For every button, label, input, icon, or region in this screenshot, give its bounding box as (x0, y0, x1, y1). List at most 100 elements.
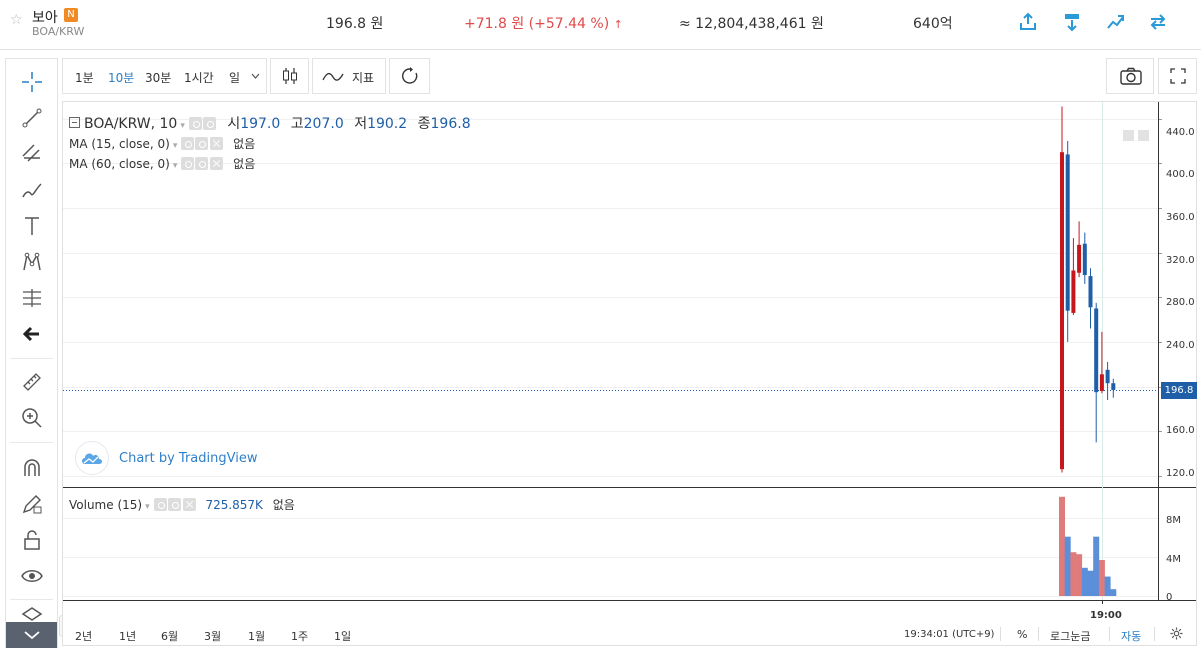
trend-chart-icon[interactable] (1105, 11, 1127, 33)
price-tick: 160.0 (1166, 425, 1195, 436)
visibility-icon[interactable] (181, 137, 195, 150)
range-1y[interactable]: 1년 (119, 628, 136, 644)
pattern-tool[interactable] (6, 245, 57, 279)
volume-bar (1076, 554, 1083, 596)
open-label: 시 (227, 116, 241, 132)
fib-tool[interactable] (6, 137, 57, 171)
tradingview-watermark[interactable]: Chart by TradingView (75, 441, 257, 475)
stay-drawing-tool[interactable] (6, 487, 57, 521)
trend-line-tool[interactable] (6, 101, 57, 135)
candle-body (1111, 383, 1116, 390)
tradingview-text: Chart by TradingView (119, 450, 258, 466)
volume-bar (1081, 567, 1088, 596)
refresh-icon (402, 67, 418, 84)
candle-body (1094, 308, 1099, 393)
range-6m[interactable]: 6월 (161, 628, 178, 644)
volume-tick: 4M (1166, 554, 1181, 565)
volume-value: 725.857K (205, 498, 263, 512)
chevron-down-icon (23, 631, 40, 640)
percent-toggle[interactable]: % (1017, 628, 1027, 641)
chevron-down-icon[interactable]: ▾ (145, 502, 150, 512)
interval-day[interactable]: 일 (229, 69, 240, 86)
price-tick: 360.0 (1166, 212, 1195, 223)
measure-tool[interactable] (6, 281, 57, 315)
favorite-star-icon[interactable]: ☆ (10, 12, 23, 28)
interval-1h[interactable]: 1시간 (184, 69, 214, 86)
brush-tool[interactable] (6, 173, 57, 207)
settings-icon[interactable] (195, 157, 209, 170)
chevron-down-icon[interactable]: ▾ (180, 121, 185, 131)
last-price-label: 196.8 (1161, 382, 1197, 399)
interval-1m[interactable]: 1분 (75, 69, 94, 86)
indicators-button[interactable]: 지표 (312, 58, 386, 94)
ma60-legend: MA (60, close, 0) ▾ 없음 (69, 155, 255, 172)
settings-icon[interactable] (167, 498, 181, 511)
visibility-icon[interactable] (181, 157, 195, 170)
ma60-label: MA (60, close, 0) (69, 157, 170, 171)
range-1w[interactable]: 1주 (291, 628, 308, 644)
price-tick: 320.0 (1166, 255, 1195, 266)
chevron-down-icon[interactable]: ▾ (173, 141, 178, 151)
clock[interactable]: 19:34:01 (UTC+9) (904, 629, 994, 640)
series-legend: BOA/KRW, 10 ▾ 시197.0 고207.0 저190.2 종196.8 (69, 113, 471, 133)
chart-area[interactable]: BOA/KRW, 10 ▾ 시197.0 고207.0 저190.2 종196.8… (62, 101, 1197, 646)
camera-icon (1120, 67, 1142, 85)
gear-icon[interactable] (1170, 627, 1183, 640)
divider (1109, 627, 1110, 641)
volume-ma-value: 없음 (272, 498, 295, 512)
divider (1154, 627, 1155, 641)
interval-10m[interactable]: 10분 (108, 69, 134, 86)
volume-bar (1098, 560, 1105, 596)
visibility-icon[interactable] (188, 117, 202, 130)
collapse-toolbar-button[interactable] (6, 622, 57, 648)
deposit-icon[interactable] (1017, 11, 1039, 33)
layers-tool[interactable] (6, 605, 57, 623)
withdraw-icon[interactable] (1061, 11, 1083, 33)
settings-icon[interactable] (202, 117, 216, 130)
candle-body (1099, 374, 1104, 392)
text-tool[interactable] (6, 209, 57, 243)
interval-30m[interactable]: 30분 (145, 69, 171, 86)
toolbar-divider (10, 599, 53, 600)
range-2y[interactable]: 2년 (75, 628, 92, 644)
volume-bar (1093, 536, 1100, 596)
chevron-down-icon[interactable] (251, 73, 260, 79)
lock-tool[interactable] (6, 523, 57, 557)
magnet-tool[interactable] (6, 451, 57, 485)
screenshot-button[interactable] (1106, 58, 1154, 94)
settings-icon[interactable] (195, 137, 209, 150)
crosshair-tool[interactable] (6, 65, 57, 99)
swap-icon[interactable] (1147, 11, 1169, 33)
range-1d[interactable]: 1일 (334, 628, 351, 644)
collapse-legend-icon[interactable] (69, 117, 80, 128)
candle-body (1082, 243, 1087, 275)
volume-bar (1070, 552, 1077, 596)
log-scale-toggle[interactable]: 로그눈금 (1050, 628, 1090, 644)
divider (1000, 627, 1001, 641)
ruler-icon (22, 373, 41, 391)
low-value: 190.2 (367, 116, 408, 132)
coin-pair: BOA/KRW (32, 25, 85, 38)
fullscreen-button[interactable] (1158, 58, 1197, 94)
price-tick: 440.0 (1166, 127, 1195, 138)
price-change: +71.8 원 (+57.44 %) ↑ (464, 13, 623, 33)
close-icon[interactable] (182, 498, 196, 511)
zoom-tool[interactable] (6, 401, 57, 435)
toolbar-divider (10, 442, 53, 443)
range-3m[interactable]: 3월 (204, 628, 221, 644)
close-icon[interactable] (210, 137, 224, 150)
visibility-tool[interactable] (6, 559, 57, 593)
open-value: 197.0 (240, 116, 281, 132)
reset-chart-button[interactable] (389, 58, 430, 94)
chart-type-button[interactable] (270, 58, 309, 94)
close-icon[interactable] (210, 157, 224, 170)
chevron-down-icon[interactable]: ▾ (173, 161, 178, 171)
pattern-icon (22, 252, 41, 271)
visibility-icon[interactable] (153, 498, 167, 511)
range-1m[interactable]: 1월 (248, 628, 265, 644)
back-tool[interactable] (6, 317, 57, 351)
ruler-tool[interactable] (6, 365, 57, 399)
auto-scale-toggle[interactable]: 자동 (1121, 628, 1141, 644)
candle-body (1105, 369, 1110, 384)
chart-canvas[interactable] (63, 102, 1196, 622)
